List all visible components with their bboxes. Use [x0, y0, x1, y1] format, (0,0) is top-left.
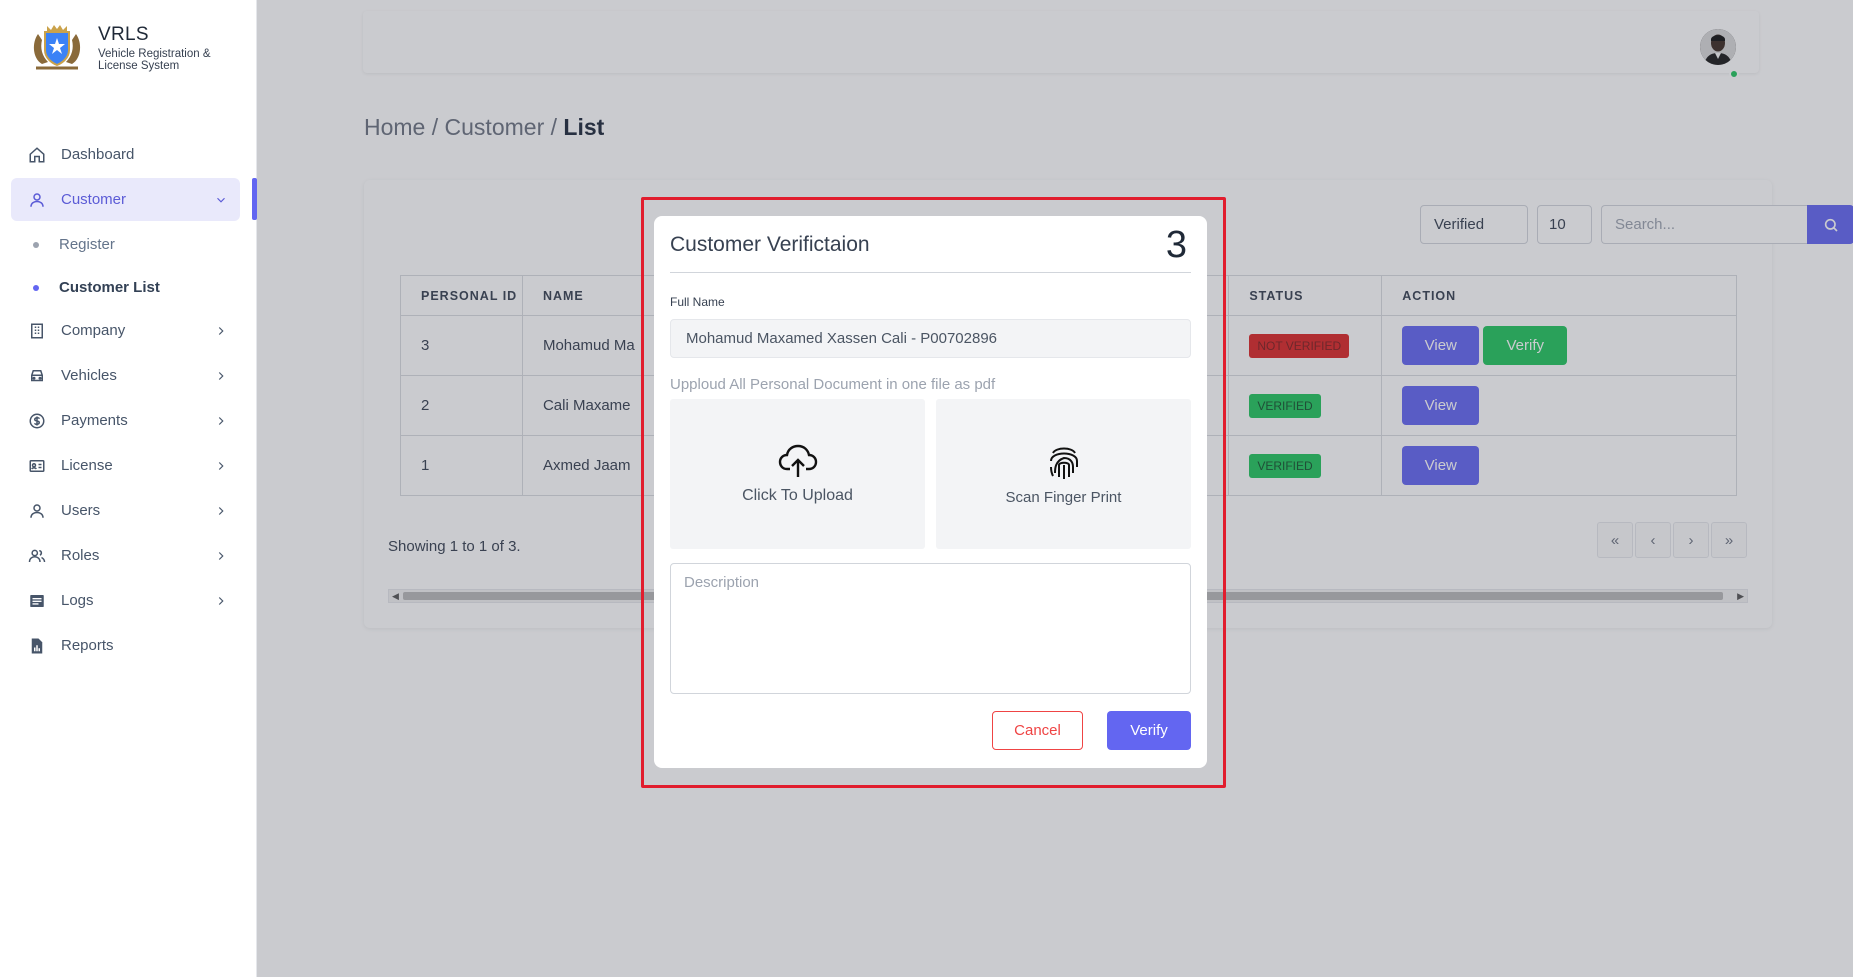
- modal-verify-button[interactable]: Verify: [1107, 711, 1191, 750]
- sidebar-subitem-customer-list[interactable]: Customer List: [11, 266, 240, 309]
- fingerprint-icon: [1049, 447, 1078, 479]
- sidebar-item-label: Users: [61, 502, 101, 519]
- sidebar-item-payments[interactable]: Payments: [11, 399, 240, 442]
- sidebar-item-customer[interactable]: Customer: [11, 178, 240, 221]
- modal-customer-id: 3: [1165, 224, 1187, 266]
- sidebar-item-dashboard[interactable]: Dashboard: [11, 133, 240, 176]
- building-icon: [27, 321, 47, 341]
- cancel-button[interactable]: Cancel: [992, 711, 1083, 750]
- sidebar-item-label: Payments: [61, 412, 128, 429]
- sidebar-item-label: Logs: [61, 592, 94, 609]
- upload-instructions: Upploud All Personal Document in one fil…: [670, 376, 996, 393]
- chevron-right-icon: [218, 596, 224, 605]
- chevron-down-icon: [217, 197, 225, 203]
- sidebar-item-logs[interactable]: Logs: [11, 579, 240, 622]
- sidebar-item-label: License: [61, 457, 113, 474]
- report-icon: [27, 636, 47, 656]
- upload-button-label: Click To Upload: [742, 487, 853, 504]
- home-icon: [27, 145, 47, 165]
- sidebar-item-company[interactable]: Company: [11, 309, 240, 352]
- users-icon: [27, 546, 47, 566]
- sidebar: VRLS Vehicle Registration & License Syst…: [0, 0, 257, 977]
- customer-verification-modal: Customer Verifictaion 3 Full Name Mohamu…: [654, 216, 1207, 768]
- chevron-right-icon: [218, 551, 224, 560]
- app-subtitle: Vehicle Registration & License System: [98, 48, 211, 72]
- bullet-icon: [33, 284, 39, 291]
- scan-fingerprint-button[interactable]: Scan Finger Print: [936, 399, 1191, 549]
- sidebar-nav: Dashboard Customer Register Customer Lis…: [11, 133, 240, 669]
- car-icon: [27, 366, 47, 386]
- sidebar-item-users[interactable]: Users: [11, 489, 240, 532]
- sidebar-item-license[interactable]: License: [11, 444, 240, 487]
- modal-title: Customer Verifictaion: [670, 233, 870, 256]
- chevron-right-icon: [218, 371, 224, 380]
- id-card-icon: [27, 456, 47, 476]
- sidebar-item-roles[interactable]: Roles: [11, 534, 240, 577]
- sidebar-subitem-register[interactable]: Register: [11, 223, 240, 266]
- bullet-icon: [33, 241, 39, 248]
- scan-button-label: Scan Finger Print: [1005, 488, 1122, 506]
- chevron-right-icon: [218, 461, 224, 470]
- full-name-label: Full Name: [670, 295, 725, 309]
- description-textarea[interactable]: [670, 563, 1191, 694]
- sidebar-item-vehicles[interactable]: Vehicles: [11, 354, 240, 397]
- list-icon: [27, 591, 47, 611]
- sidebar-subitem-label: Register: [59, 236, 115, 253]
- chevron-right-icon: [218, 326, 224, 335]
- dollar-icon: [27, 411, 47, 431]
- sidebar-item-reports[interactable]: Reports: [11, 624, 240, 667]
- user-icon: [27, 190, 47, 210]
- coat-of-arms-logo-icon: [33, 25, 81, 70]
- sidebar-item-label: Roles: [61, 547, 100, 564]
- app-title: VRLS: [98, 24, 149, 45]
- cloud-upload-icon: [778, 444, 817, 477]
- sidebar-item-label: Dashboard: [61, 146, 135, 163]
- sidebar-item-label: Customer: [61, 191, 127, 208]
- upload-document-button[interactable]: Click To Upload: [670, 399, 925, 549]
- sidebar-subitem-label: Customer List: [59, 279, 160, 296]
- divider: [670, 272, 1191, 273]
- sidebar-item-label: Company: [61, 322, 126, 339]
- chevron-right-icon: [218, 506, 224, 515]
- sidebar-item-label: Vehicles: [61, 367, 117, 384]
- chevron-right-icon: [218, 416, 224, 425]
- user-icon: [27, 501, 47, 521]
- sidebar-item-label: Reports: [61, 637, 114, 654]
- full-name-field: Mohamud Maxamed Xassen Cali - P00702896: [670, 319, 1191, 358]
- brand[interactable]: VRLS Vehicle Registration & License Syst…: [28, 20, 238, 72]
